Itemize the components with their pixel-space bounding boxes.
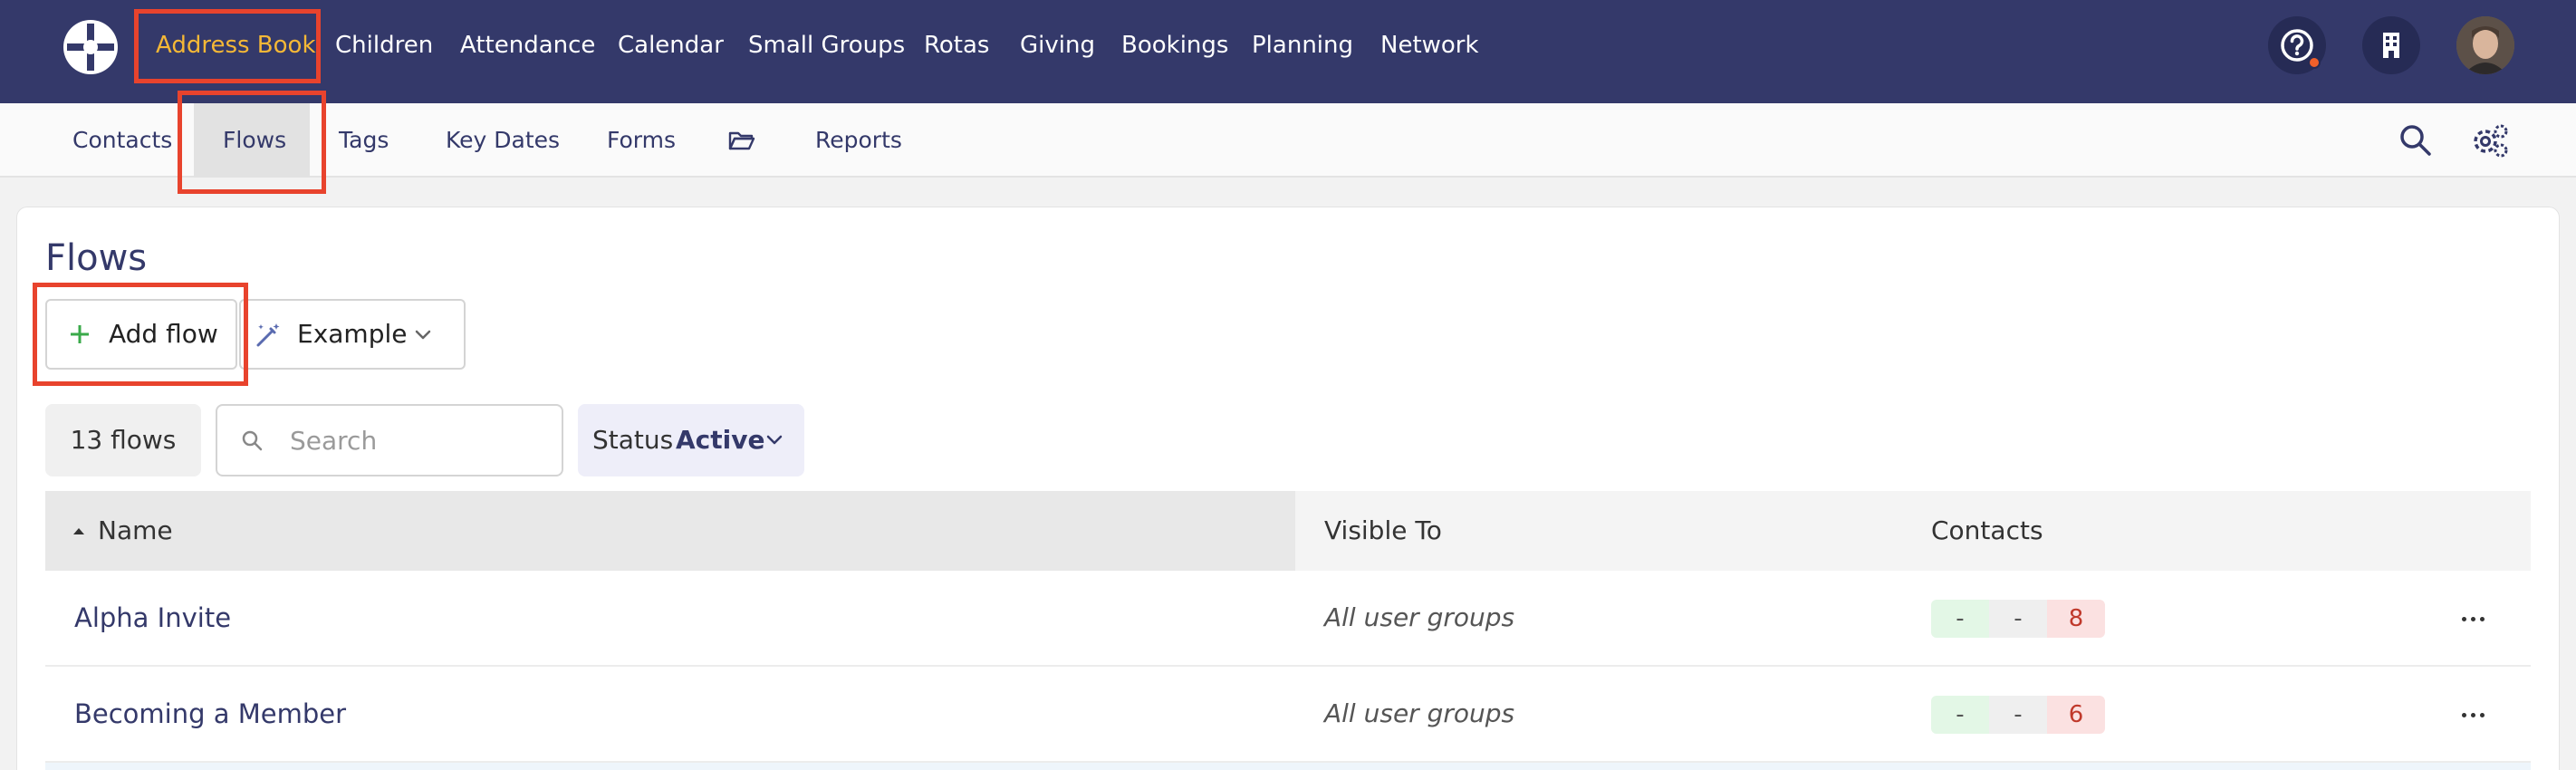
nav-small-groups[interactable]: Small Groups: [748, 0, 905, 91]
help-button[interactable]: [2268, 16, 2326, 74]
settings-icon[interactable]: [2469, 120, 2511, 161]
logo-icon[interactable]: [62, 18, 120, 76]
next-row-partial: [45, 763, 2531, 770]
visible-to-value: All user groups: [1324, 698, 1515, 728]
flow-count-badge: 13 flows: [45, 404, 201, 476]
sub-nav-bar: Contacts Flows Tags Key Dates Forms Repo…: [0, 103, 2576, 178]
column-header-name-label: Name: [98, 515, 173, 545]
nav-network[interactable]: Network: [1380, 0, 1479, 91]
tab-tags[interactable]: Tags: [339, 103, 389, 178]
nav-address-book[interactable]: Address Book: [156, 0, 316, 91]
example-dropdown-button[interactable]: Example: [239, 299, 466, 370]
nav-rotas[interactable]: Rotas: [924, 0, 989, 91]
row-more-options-icon[interactable]: [2455, 600, 2493, 638]
add-flow-button[interactable]: Add flow: [45, 299, 237, 370]
row-more-options-icon[interactable]: [2455, 696, 2493, 734]
contacts-count-red[interactable]: 6: [2047, 696, 2105, 734]
search-box: [216, 404, 563, 476]
column-header-visible-to[interactable]: Visible To: [1324, 491, 1442, 571]
building-icon: [2383, 33, 2399, 58]
nav-attendance[interactable]: Attendance: [460, 0, 595, 91]
visible-to-value: All user groups: [1324, 602, 1515, 632]
contacts-count-grey[interactable]: -: [1989, 696, 2047, 734]
status-filter-label: Status: [592, 425, 674, 455]
search-input[interactable]: [290, 420, 553, 460]
chevron-down-icon: [415, 330, 431, 340]
status-filter-value: Active: [676, 425, 765, 455]
top-nav-bar: Address Book Children Attendance Calenda…: [0, 0, 2576, 103]
table-header: Name Visible To Contacts: [45, 491, 2531, 571]
nav-bookings[interactable]: Bookings: [1121, 0, 1228, 91]
example-label: Example: [297, 319, 408, 349]
page-title: Flows: [45, 237, 148, 279]
tab-key-dates[interactable]: Key Dates: [446, 103, 560, 178]
sort-ascending-icon: [73, 528, 84, 534]
organisation-button[interactable]: [2362, 16, 2420, 74]
tab-reports-label: Reports: [815, 127, 902, 153]
chevron-down-icon: [766, 435, 783, 445]
nav-planning[interactable]: Planning: [1252, 0, 1353, 91]
contacts-count-grey[interactable]: -: [1989, 600, 2047, 638]
folder-icon: [728, 131, 755, 150]
nav-giving[interactable]: Giving: [1020, 0, 1095, 91]
contacts-count-green[interactable]: -: [1931, 600, 1989, 638]
magic-wand-icon: [256, 323, 280, 347]
table-row[interactable]: Alpha Invite All user groups - - 8: [45, 571, 2531, 667]
tab-flows[interactable]: Flows: [223, 103, 286, 178]
flow-name-link[interactable]: Becoming a Member: [74, 667, 346, 761]
avatar[interactable]: [2456, 16, 2514, 74]
search-icon: [242, 430, 263, 451]
search-icon[interactable]: [2395, 120, 2437, 161]
plus-icon: [71, 325, 89, 343]
tab-forms[interactable]: Forms: [607, 103, 676, 178]
status-filter-dropdown[interactable]: Status Active: [578, 404, 804, 476]
contacts-count-red[interactable]: 8: [2047, 600, 2105, 638]
flow-name-link[interactable]: Alpha Invite: [74, 571, 231, 665]
notification-dot: [2308, 56, 2321, 69]
add-flow-label: Add flow: [109, 319, 218, 349]
sorted-column-highlight: [45, 491, 1295, 571]
column-header-contacts[interactable]: Contacts: [1931, 491, 2043, 571]
nav-children[interactable]: Children: [335, 0, 433, 91]
contacts-count-green[interactable]: -: [1931, 696, 1989, 734]
nav-calendar[interactable]: Calendar: [618, 0, 724, 91]
tab-contacts[interactable]: Contacts: [72, 103, 172, 178]
table-row[interactable]: Becoming a Member All user groups - - 6: [45, 667, 2531, 763]
